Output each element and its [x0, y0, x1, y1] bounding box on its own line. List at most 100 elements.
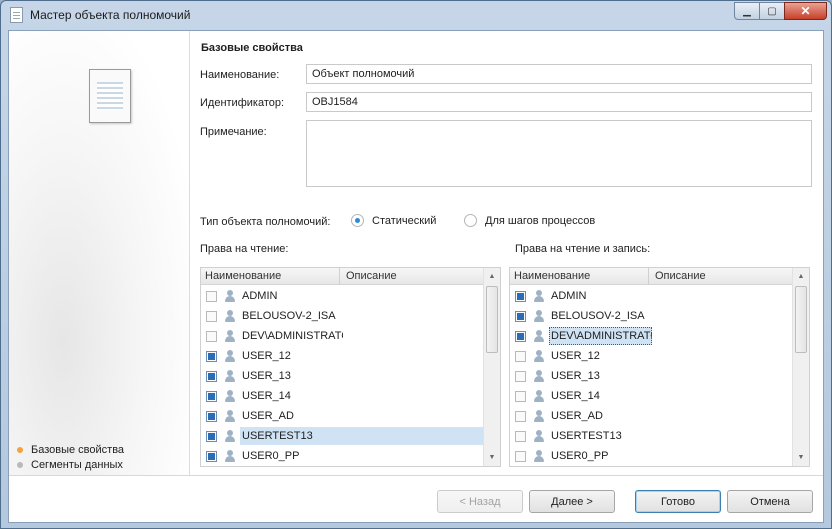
- table-row[interactable]: USER_AD: [201, 406, 484, 426]
- inactive-step-dot-icon: [17, 461, 23, 468]
- table-row[interactable]: USER_13: [510, 366, 793, 386]
- id-label: Идентификатор:: [200, 97, 285, 109]
- table-row[interactable]: USERTEST13: [510, 426, 793, 446]
- close-button[interactable]: ✕: [784, 2, 827, 20]
- table-row[interactable]: DEV\ADMINISTRATOR: [510, 326, 793, 346]
- checkbox[interactable]: [515, 370, 526, 382]
- user-icon: [223, 369, 237, 383]
- write-rights-grid[interactable]: Наименование Описание ADMIN BELOUSOV-2_I…: [509, 267, 810, 467]
- checkbox[interactable]: [206, 430, 217, 442]
- radio-unselected-icon: [464, 214, 477, 227]
- section-title: Базовые свойства: [201, 42, 303, 54]
- window-controls: ▁ ▢ ✕: [734, 2, 827, 20]
- table-row[interactable]: USER_12: [510, 346, 793, 366]
- active-step-dot-icon: [17, 446, 23, 453]
- scroll-up-icon[interactable]: ▲: [484, 268, 500, 285]
- id-field[interactable]: OBJ1584: [306, 92, 812, 112]
- user-name: DEV\ADMINISTRATOR: [242, 330, 343, 342]
- user-name: BELOUSOV-2_ISA: [551, 310, 645, 322]
- step-base-properties[interactable]: Базовые свойства: [17, 442, 124, 457]
- table-row[interactable]: USER0_PP: [510, 446, 793, 466]
- step-label: Сегменты данных: [31, 458, 123, 471]
- user-icon: [223, 389, 237, 403]
- scroll-thumb[interactable]: [486, 286, 498, 353]
- wizard-window: Мастер объекта полномочий ▁ ▢ ✕ Базовые …: [0, 0, 832, 529]
- radio-static-label: Статический: [372, 214, 437, 227]
- cancel-button[interactable]: Отмена: [727, 490, 813, 513]
- user-icon: [223, 429, 237, 443]
- user-name: USER_12: [242, 350, 291, 362]
- radio-selected-icon: [351, 214, 364, 227]
- column-header-description[interactable]: Описание: [346, 270, 397, 282]
- vertical-scrollbar[interactable]: ▲ ▼: [792, 268, 809, 466]
- column-header-name[interactable]: Наименование: [514, 270, 590, 282]
- back-button[interactable]: < Назад: [437, 490, 523, 513]
- finish-button[interactable]: Готово: [635, 490, 721, 513]
- checkbox[interactable]: [515, 450, 526, 462]
- checkbox[interactable]: [515, 410, 526, 422]
- document-icon: [10, 7, 23, 23]
- table-row[interactable]: USER_12: [201, 346, 484, 366]
- checkbox[interactable]: [515, 430, 526, 442]
- user-icon: [223, 449, 237, 463]
- name-field[interactable]: Объект полномочий: [306, 64, 812, 84]
- user-icon: [532, 389, 546, 403]
- checkbox[interactable]: [515, 310, 526, 322]
- user-name: ADMIN: [551, 290, 587, 302]
- table-row[interactable]: USER_13: [201, 366, 484, 386]
- table-row[interactable]: USER_14: [201, 386, 484, 406]
- radio-process-steps-label: Для шагов процессов: [485, 214, 596, 227]
- checkbox[interactable]: [515, 290, 526, 302]
- scroll-up-icon[interactable]: ▲: [793, 268, 809, 285]
- table-row[interactable]: DEV\ADMINISTRATOR: [201, 326, 484, 346]
- user-icon: [223, 409, 237, 423]
- note-field[interactable]: [306, 120, 812, 187]
- user-name: BELOUSOV-2_ISA: [242, 310, 336, 322]
- checkbox[interactable]: [206, 330, 217, 342]
- table-row[interactable]: ADMIN: [510, 286, 793, 306]
- checkbox[interactable]: [206, 350, 217, 362]
- write-rights-rows: ADMIN BELOUSOV-2_ISA DEV\ADMINISTRATOR U…: [510, 286, 793, 466]
- step-data-segments[interactable]: Сегменты данных: [17, 457, 124, 472]
- scroll-down-icon[interactable]: ▼: [484, 449, 500, 466]
- user-name: USER_14: [242, 390, 291, 402]
- checkbox[interactable]: [515, 330, 526, 342]
- column-header-description[interactable]: Описание: [655, 270, 706, 282]
- vertical-scrollbar[interactable]: ▲ ▼: [483, 268, 500, 466]
- table-row[interactable]: USER_AD: [510, 406, 793, 426]
- maximize-button[interactable]: ▢: [759, 2, 785, 20]
- table-row[interactable]: USERTEST13: [201, 426, 484, 446]
- title-bar[interactable]: Мастер объекта полномочий ▁ ▢ ✕: [1, 1, 831, 30]
- column-divider: [339, 268, 340, 285]
- checkbox[interactable]: [515, 350, 526, 362]
- checkbox[interactable]: [206, 390, 217, 402]
- checkbox[interactable]: [206, 370, 217, 382]
- table-row[interactable]: USER_14: [510, 386, 793, 406]
- table-row[interactable]: USER0_PP: [201, 446, 484, 466]
- read-rights-grid[interactable]: Наименование Описание ADMIN BELOUSOV-2_I…: [200, 267, 501, 467]
- scroll-thumb[interactable]: [795, 286, 807, 353]
- table-row[interactable]: BELOUSOV-2_ISA: [201, 306, 484, 326]
- footer-divider: [9, 475, 823, 476]
- radio-process-steps[interactable]: Для шагов процессов: [464, 214, 595, 227]
- minimize-button[interactable]: ▁: [734, 2, 760, 20]
- window-title: Мастер объекта полномочий: [30, 8, 191, 22]
- user-name: USER_AD: [551, 410, 603, 422]
- checkbox[interactable]: [515, 390, 526, 402]
- checkbox[interactable]: [206, 290, 217, 302]
- table-row[interactable]: BELOUSOV-2_ISA: [510, 306, 793, 326]
- next-button[interactable]: Далее >: [529, 490, 615, 513]
- user-icon: [532, 309, 546, 323]
- user-name: USER_12: [551, 350, 600, 362]
- column-header-name[interactable]: Наименование: [205, 270, 281, 282]
- wizard-client-area: Базовые свойства Сегменты данных Базовые…: [8, 30, 824, 523]
- wizard-steps: Базовые свойства Сегменты данных: [17, 442, 124, 472]
- user-icon: [532, 329, 546, 343]
- scroll-down-icon[interactable]: ▼: [793, 449, 809, 466]
- radio-static[interactable]: Статический: [351, 214, 436, 227]
- checkbox[interactable]: [206, 310, 217, 322]
- table-row[interactable]: ADMIN: [201, 286, 484, 306]
- user-name: USER_14: [551, 390, 600, 402]
- checkbox[interactable]: [206, 410, 217, 422]
- checkbox[interactable]: [206, 450, 217, 462]
